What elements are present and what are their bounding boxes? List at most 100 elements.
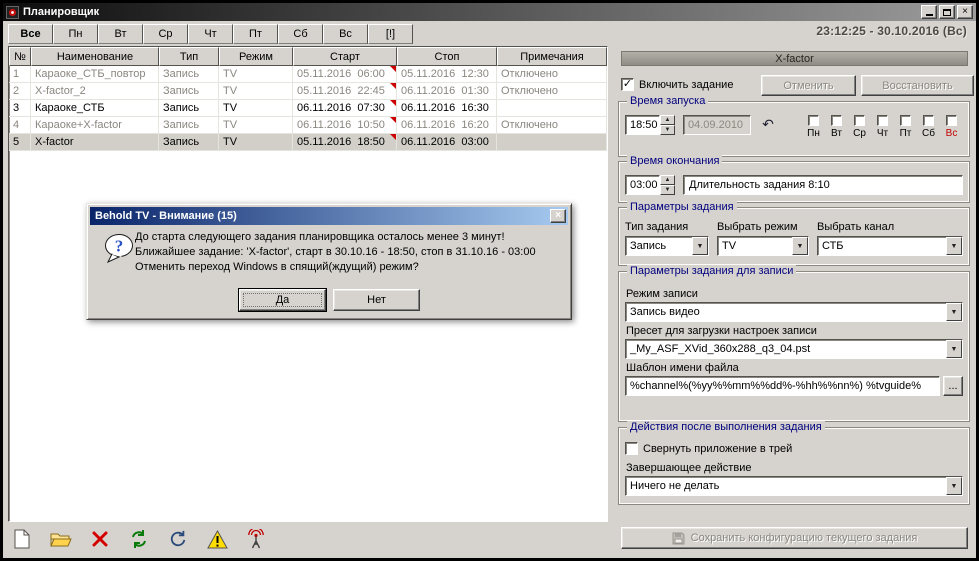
spin-down-icon[interactable]: ▼ bbox=[660, 185, 675, 195]
undo-date-icon[interactable]: ↶ bbox=[759, 115, 777, 133]
tab-Ср[interactable]: Ср bbox=[143, 24, 188, 44]
weekday-column: Вс bbox=[940, 115, 963, 139]
restore-button[interactable]: Восстановить bbox=[861, 75, 974, 96]
column-header[interactable]: Наименование bbox=[31, 47, 159, 66]
task-mode-select[interactable]: TV ▼ bbox=[717, 236, 809, 256]
warning-icon[interactable] bbox=[206, 529, 228, 549]
checkbox-icon[interactable] bbox=[625, 442, 638, 455]
weekday-checkbox-Вс[interactable] bbox=[946, 115, 957, 126]
bottom-toolbar bbox=[11, 529, 267, 549]
spin-down-icon[interactable]: ▼ bbox=[660, 125, 675, 135]
task-name: Караоке_СТБ bbox=[31, 100, 159, 117]
cancel-button[interactable]: Отменить bbox=[761, 75, 856, 96]
dialog-message-line: Ближайшее задание: 'X-factor', старт в 3… bbox=[135, 245, 564, 260]
filename-template-input[interactable] bbox=[625, 376, 940, 396]
antenna-icon[interactable] bbox=[245, 529, 267, 549]
weekday-checkbox-Сб[interactable] bbox=[923, 115, 934, 126]
window-title: Планировщик bbox=[23, 6, 921, 18]
tab-Вт[interactable]: Вт bbox=[98, 24, 143, 44]
final-action-select[interactable]: Ничего не делать ▼ bbox=[625, 476, 963, 496]
table-row[interactable]: 4Караоке+X-factorЗаписьTV06.11.2016 10:5… bbox=[9, 117, 607, 134]
task-mode: TV bbox=[219, 66, 293, 83]
maximize-button[interactable] bbox=[939, 5, 955, 19]
table-row[interactable]: 1Караоке_СТБ_повторЗаписьTV05.11.2016 06… bbox=[9, 66, 607, 83]
weekday-column: Чт bbox=[871, 115, 894, 139]
table-row[interactable]: 3Караоке_СТБЗаписьTV06.11.2016 07:3006.1… bbox=[9, 100, 607, 117]
weekday-checkbox-Пт[interactable] bbox=[900, 115, 911, 126]
task-type: Запись bbox=[159, 117, 219, 134]
new-task-icon[interactable] bbox=[11, 529, 33, 549]
tab-Все[interactable]: Все bbox=[8, 24, 53, 44]
dialog-titlebar: Behold TV - Внимание (15) × bbox=[90, 207, 568, 225]
weekday-checkbox-Ср[interactable] bbox=[854, 115, 865, 126]
row-number: 3 bbox=[9, 100, 31, 117]
minimize-to-tray-checkbox[interactable]: Свернуть приложение в трей bbox=[625, 442, 963, 455]
tab-Чт[interactable]: Чт bbox=[188, 24, 233, 44]
task-start: 06.11.2016 07:30 bbox=[293, 100, 397, 117]
delete-task-icon[interactable] bbox=[89, 529, 111, 549]
preset-select[interactable]: _My_ASF_XVid_360x288_q3_04.pst ▼ bbox=[625, 339, 963, 359]
column-header[interactable]: Старт bbox=[293, 47, 397, 66]
task-note: Отключено bbox=[497, 66, 607, 83]
dropdown-arrow-icon[interactable]: ▼ bbox=[946, 237, 962, 255]
column-header[interactable]: Тип bbox=[159, 47, 219, 66]
dropdown-arrow-icon[interactable]: ▼ bbox=[946, 303, 962, 321]
dropdown-arrow-icon[interactable]: ▼ bbox=[792, 237, 808, 255]
record-mode-select[interactable]: Запись видео ▼ bbox=[625, 302, 963, 322]
yes-button[interactable]: Да bbox=[239, 289, 326, 311]
weekday-label: Пт bbox=[900, 128, 912, 139]
preset-label: Пресет для загрузки настроек записи bbox=[626, 325, 963, 337]
task-type: Запись bbox=[159, 83, 219, 100]
group-title: Параметры задания bbox=[627, 201, 737, 213]
duration-display: Длительность задания 8:10 bbox=[683, 175, 963, 195]
table-row[interactable]: 5X-factorЗаписьTV05.11.2016 18:5006.11.2… bbox=[9, 134, 607, 151]
enable-task-checkbox[interactable]: Включить задание bbox=[621, 78, 733, 91]
save-config-button[interactable]: Сохранить конфигурацию текущего задания bbox=[621, 527, 968, 549]
column-header[interactable]: Примечания bbox=[497, 47, 607, 66]
sync-icon[interactable] bbox=[167, 529, 189, 549]
record-mode-label: Режим записи bbox=[626, 288, 963, 300]
column-header[interactable]: Стоп bbox=[397, 47, 497, 66]
weekday-label: Ср bbox=[853, 128, 866, 139]
tab-Вс[interactable]: Вс bbox=[323, 24, 368, 44]
checkbox-checked-icon[interactable] bbox=[621, 78, 634, 91]
tab-Пн[interactable]: Пн bbox=[53, 24, 98, 44]
column-header[interactable]: Режим bbox=[219, 47, 293, 66]
browse-button[interactable]: ... bbox=[943, 376, 963, 396]
weekday-checkbox-Пн[interactable] bbox=[808, 115, 819, 126]
refresh-icon[interactable] bbox=[128, 529, 150, 549]
channel-value: СТБ bbox=[818, 237, 946, 255]
record-mode-value: Запись видео bbox=[626, 303, 946, 321]
task-type-select[interactable]: Запись ▼ bbox=[625, 236, 709, 256]
dialog-close-button[interactable]: × bbox=[550, 209, 566, 223]
weekday-column: Вт bbox=[825, 115, 848, 139]
dropdown-arrow-icon[interactable]: ▼ bbox=[692, 237, 708, 255]
channel-select[interactable]: СТБ ▼ bbox=[817, 236, 963, 256]
weekday-checkbox-Вт[interactable] bbox=[831, 115, 842, 126]
tab-Пт[interactable]: Пт bbox=[233, 24, 278, 44]
tab-Сб[interactable]: Сб bbox=[278, 24, 323, 44]
spin-up-icon[interactable]: ▲ bbox=[660, 175, 675, 185]
task-mode-label: Выбрать режим bbox=[717, 221, 809, 233]
weekday-checkbox-Чт[interactable] bbox=[877, 115, 888, 126]
row-number: 4 bbox=[9, 117, 31, 134]
filename-template-label: Шаблон имени файла bbox=[626, 362, 963, 374]
task-name: X-factor_2 bbox=[31, 83, 159, 100]
table-row[interactable]: 2X-factor_2ЗаписьTV05.11.2016 22:4506.11… bbox=[9, 83, 607, 100]
end-time-spinner[interactable]: 03:00 ▲ ▼ bbox=[625, 175, 675, 195]
task-name: Караоке+X-factor bbox=[31, 117, 159, 134]
task-stop: 06.11.2016 01:30 bbox=[397, 83, 497, 100]
column-header[interactable]: № bbox=[9, 47, 31, 66]
start-time-spinner[interactable]: 18:50 ▲ ▼ bbox=[625, 115, 675, 135]
dropdown-arrow-icon[interactable]: ▼ bbox=[946, 340, 962, 358]
open-folder-icon[interactable] bbox=[50, 529, 72, 549]
close-button[interactable]: × bbox=[957, 5, 973, 19]
tab-[!][interactable]: [!] bbox=[368, 24, 413, 44]
minimize-button[interactable] bbox=[921, 5, 937, 19]
spin-up-icon[interactable]: ▲ bbox=[660, 115, 675, 125]
dropdown-arrow-icon[interactable]: ▼ bbox=[946, 477, 962, 495]
start-time-group: Время запуска 18:50 ▲ ▼ 04.09.2010 ↶ ПнВ… bbox=[618, 101, 970, 157]
no-button[interactable]: Нет bbox=[333, 289, 420, 311]
start-date-field[interactable]: 04.09.2010 bbox=[683, 115, 751, 135]
minimize-icon bbox=[926, 14, 933, 16]
